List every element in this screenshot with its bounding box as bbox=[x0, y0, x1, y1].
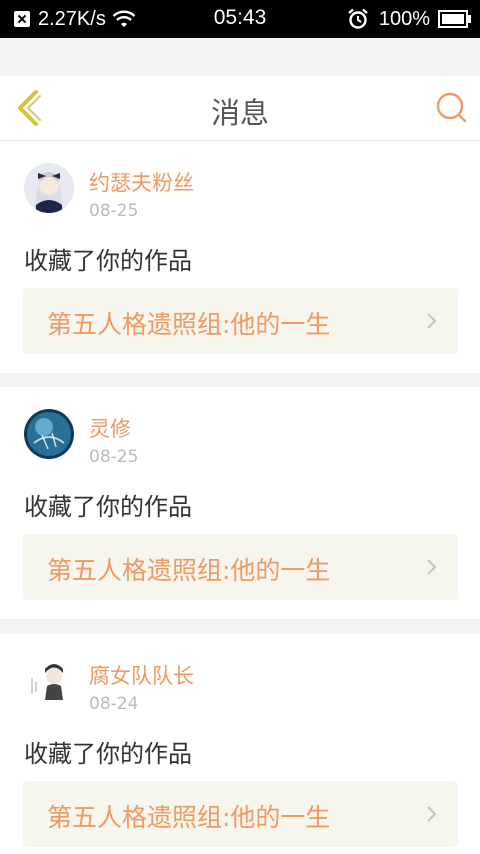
battery-level bbox=[442, 14, 464, 24]
message-date: 08-24 bbox=[89, 694, 139, 714]
alarm-icon bbox=[348, 8, 368, 29]
work-title: 第五人格遗照组:他的一生 bbox=[47, 803, 331, 832]
work-link[interactable]: 第五人格遗照组:他的一生 bbox=[23, 534, 458, 600]
username[interactable]: 灵修 bbox=[89, 413, 131, 443]
message-text: 收藏了你的作品 bbox=[24, 493, 192, 521]
work-title: 第五人格遗照组:他的一生 bbox=[47, 310, 331, 339]
message-text: 收藏了你的作品 bbox=[24, 247, 192, 275]
page-header: 消息 bbox=[0, 76, 480, 141]
message-card: 腐女队队长 08-24 收藏了你的作品 第五人格遗照组:他的一生 bbox=[0, 634, 480, 854]
username[interactable]: 腐女队队长 bbox=[89, 660, 194, 690]
page-title: 消息 bbox=[210, 96, 269, 130]
message-date: 08-25 bbox=[89, 201, 139, 221]
chevron-right-icon bbox=[427, 313, 437, 329]
chevron-right-icon bbox=[427, 806, 437, 822]
avatar[interactable] bbox=[24, 656, 74, 706]
work-link[interactable]: 第五人格遗照组:他的一生 bbox=[23, 288, 458, 354]
battery-icon bbox=[438, 10, 471, 28]
avatar[interactable] bbox=[24, 409, 74, 459]
search-icon[interactable] bbox=[434, 90, 468, 124]
battery-percent: 100% bbox=[378, 7, 430, 30]
work-link[interactable]: 第五人格遗照组:他的一生 bbox=[23, 781, 458, 847]
avatar[interactable] bbox=[24, 163, 74, 213]
work-title: 第五人格遗照组:他的一生 bbox=[47, 556, 331, 585]
message-card: 约瑟夫粉丝 08-25 收藏了你的作品 第五人格遗照组:他的一生 bbox=[0, 141, 480, 373]
message-text: 收藏了你的作品 bbox=[24, 740, 192, 768]
username[interactable]: 约瑟夫粉丝 bbox=[89, 167, 194, 197]
message-date: 08-25 bbox=[89, 447, 139, 467]
message-card: 灵修 08-25 收藏了你的作品 第五人格遗照组:他的一生 bbox=[0, 387, 480, 619]
status-bar: 2.27K/s 05:43 100% bbox=[0, 0, 480, 38]
chevron-right-icon bbox=[427, 559, 437, 575]
